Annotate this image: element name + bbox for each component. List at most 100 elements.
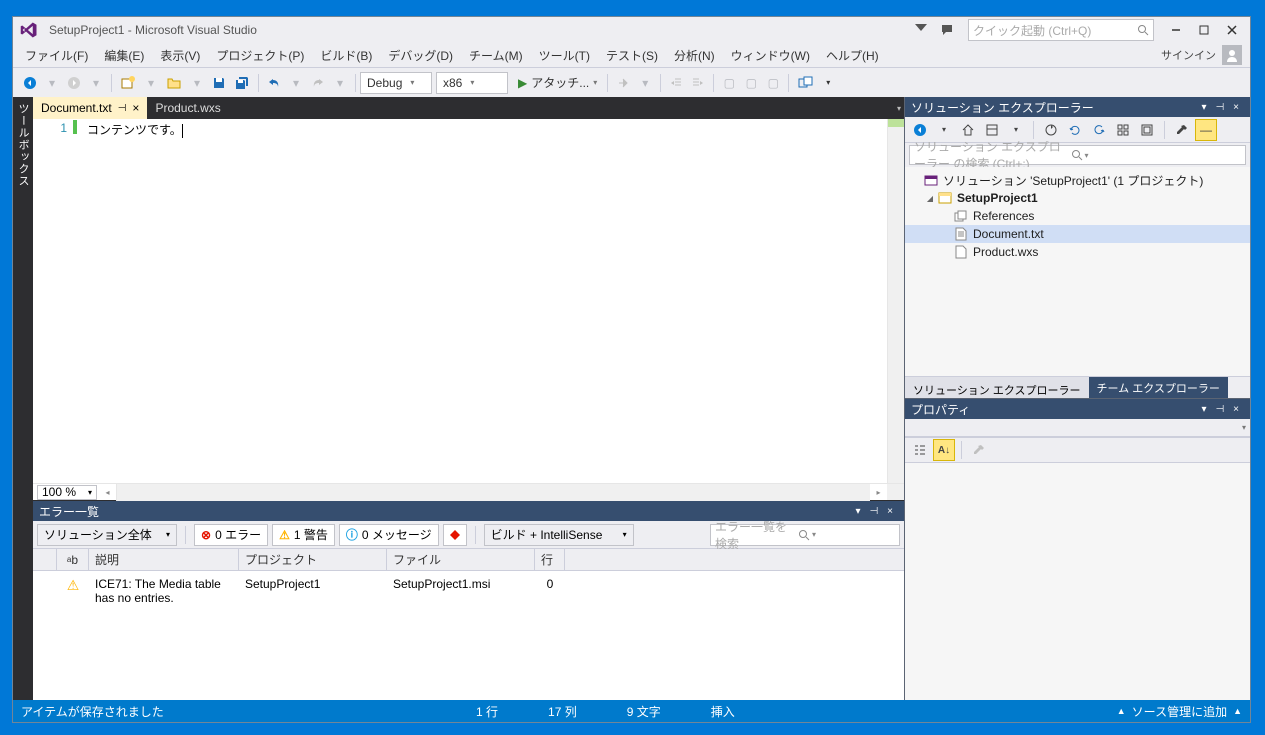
nav-forward2-button — [63, 72, 85, 94]
panel-close-icon[interactable]: × — [882, 506, 898, 517]
col-file[interactable]: ファイル — [387, 549, 535, 570]
tree-file-product[interactable]: Product.wxs — [905, 243, 1250, 261]
source-control-link[interactable]: ソース管理に追加 — [1132, 703, 1227, 720]
menu-window[interactable]: ウィンドウ(W) — [723, 45, 818, 66]
close-tab-icon[interactable]: × — [132, 101, 139, 115]
open-file-drop[interactable]: ▾ — [186, 72, 208, 94]
zoom-combo[interactable]: 100 %▾ — [37, 485, 97, 500]
bookmark-button: ▢ — [762, 72, 784, 94]
col-line[interactable]: 行 — [535, 549, 565, 570]
redo-drop: ▾ — [329, 72, 351, 94]
menu-team[interactable]: チーム(M) — [461, 45, 531, 66]
build-source-combo[interactable]: ビルド + IntelliSense▾ — [484, 524, 634, 546]
horizontal-scrollbar[interactable] — [116, 484, 870, 501]
save-all-button[interactable] — [230, 72, 254, 94]
properties-title-bar[interactable]: プロパティ ▾ ⊣ × — [905, 399, 1250, 419]
save-button[interactable] — [208, 72, 230, 94]
messages-filter-button[interactable]: ⓘ0 メッセージ — [339, 524, 439, 546]
menu-analyze[interactable]: 分析(N) — [666, 45, 723, 66]
error-row[interactable]: ⚠ ICE71: The Media table has no entries.… — [33, 571, 904, 611]
quick-launch-input[interactable]: クイック起動 (Ctrl+Q) — [968, 19, 1154, 41]
solution-explorer-title[interactable]: ソリューション エクスプローラー ▾ ⊣ × — [905, 97, 1250, 117]
filter-toggle-button[interactable] — [443, 524, 467, 546]
panel-close-icon[interactable]: × — [1228, 404, 1244, 415]
se-search-input[interactable]: ソリューション エクスプローラー の検索 (Ctrl+:)▾ — [909, 145, 1246, 165]
prop-alpha-button[interactable]: A↓ — [933, 439, 955, 461]
toolbox-tab[interactable]: ツールボックス — [13, 97, 33, 700]
redo-button — [307, 72, 329, 94]
error-search-input[interactable]: エラー一覧を検索▾ — [710, 524, 900, 546]
maximize-button[interactable] — [1190, 19, 1218, 41]
pin-icon[interactable]: ⊣ — [118, 103, 127, 114]
se-collapse-button[interactable] — [1088, 119, 1110, 141]
menu-debug[interactable]: デバッグ(D) — [380, 45, 461, 66]
menu-help[interactable]: ヘルプ(H) — [818, 45, 887, 66]
col-code[interactable]: ab — [57, 549, 89, 570]
avatar-icon[interactable] — [1222, 45, 1242, 65]
open-file-button[interactable] — [162, 72, 186, 94]
main-toolbar: ▾ ▾ ▾ ▾ ▾ ▾ Debug▾ x86▾ ▶ アタッチ... ▾ ▾ ▢ … — [13, 67, 1250, 97]
se-preview-button[interactable] — [1136, 119, 1158, 141]
nav-back-button[interactable] — [19, 72, 41, 94]
tree-file-document[interactable]: Document.txt — [905, 225, 1250, 243]
minimize-button[interactable] — [1162, 19, 1190, 41]
tab-solution-explorer[interactable]: ソリューション エクスプローラー — [905, 377, 1089, 398]
menu-view[interactable]: 表示(V) — [152, 45, 208, 66]
find-button[interactable] — [793, 72, 817, 94]
toolbar-drop[interactable]: ▾ — [817, 72, 839, 94]
panel-dropdown-icon[interactable]: ▾ — [1196, 102, 1212, 113]
undo-drop[interactable]: ▾ — [285, 72, 307, 94]
se-showall-button[interactable] — [1112, 119, 1134, 141]
start-debug-button[interactable]: ▶ アタッチ... ▾ — [512, 74, 603, 91]
scope-combo[interactable]: ソリューション全体▾ — [37, 524, 177, 546]
tree-project[interactable]: ◢ SetupProject1 — [905, 189, 1250, 207]
menu-file[interactable]: ファイル(F) — [17, 45, 96, 66]
expand-icon[interactable]: ◢ — [923, 194, 937, 203]
menu-build[interactable]: ビルド(B) — [312, 45, 380, 66]
panel-pin-icon[interactable]: ⊣ — [1212, 102, 1228, 113]
col-project[interactable]: プロジェクト — [239, 549, 387, 570]
close-button[interactable] — [1218, 19, 1246, 41]
panel-pin-icon[interactable]: ⊣ — [866, 506, 882, 517]
menu-tools[interactable]: ツール(T) — [531, 45, 598, 66]
new-project-button[interactable] — [116, 72, 140, 94]
menu-test[interactable]: テスト(S) — [598, 45, 666, 66]
warnings-filter-button[interactable]: ⚠1 警告 — [272, 524, 335, 546]
tab-team-explorer[interactable]: チーム エクスプローラー — [1089, 377, 1228, 398]
signin-link[interactable]: サインイン — [1161, 47, 1216, 63]
work-area: ツールボックス Document.txt ⊣ × Product.wxs ▾ 1 — [13, 97, 1250, 700]
tree-references[interactable]: References — [905, 207, 1250, 225]
se-pending-button[interactable]: — — [1195, 119, 1217, 141]
platform-combo[interactable]: x86▾ — [436, 72, 508, 94]
menu-bar: ファイル(F) 編集(E) 表示(V) プロジェクト(P) ビルド(B) デバッ… — [13, 43, 1250, 67]
undo-button[interactable] — [263, 72, 285, 94]
quick-launch-placeholder: クイック起動 (Ctrl+Q) — [973, 22, 1137, 39]
prop-categorized-button[interactable] — [909, 439, 931, 461]
hscroll-left[interactable]: ◂ — [99, 484, 116, 501]
panel-close-icon[interactable]: × — [1228, 102, 1244, 113]
panel-dropdown-icon[interactable]: ▾ — [1196, 404, 1212, 415]
new-project-drop[interactable]: ▾ — [140, 72, 162, 94]
col-desc[interactable]: 説明 — [89, 549, 239, 570]
menu-project[interactable]: プロジェクト(P) — [208, 45, 312, 66]
step-button — [612, 72, 634, 94]
nav-forward-button[interactable]: ▾ — [41, 72, 63, 94]
tree-solution[interactable]: ソリューション 'SetupProject1' (1 プロジェクト) — [905, 171, 1250, 189]
panel-dropdown-icon[interactable]: ▾ — [850, 506, 866, 517]
se-properties-button[interactable] — [1171, 119, 1193, 141]
uncomment-button: ▢ — [740, 72, 762, 94]
warning-icon: ⚠ — [279, 528, 290, 542]
errors-filter-button[interactable]: ⊗0 エラー — [194, 524, 268, 546]
prop-pages-button — [968, 439, 990, 461]
config-combo[interactable]: Debug▾ — [360, 72, 432, 94]
hscroll-right[interactable]: ▸ — [870, 484, 887, 501]
code-area[interactable]: コンテンツです。 — [73, 119, 887, 483]
menu-edit[interactable]: 編集(E) — [96, 45, 152, 66]
vertical-scrollbar[interactable] — [887, 119, 904, 483]
tab-document-txt[interactable]: Document.txt ⊣ × — [33, 97, 147, 119]
tabs-overflow-icon[interactable]: ▾ — [894, 97, 904, 119]
feedback-icon[interactable] — [935, 19, 959, 41]
panel-pin-icon[interactable]: ⊣ — [1212, 404, 1228, 415]
tab-product-wxs[interactable]: Product.wxs — [147, 97, 228, 119]
notifications-icon[interactable] — [909, 19, 933, 41]
